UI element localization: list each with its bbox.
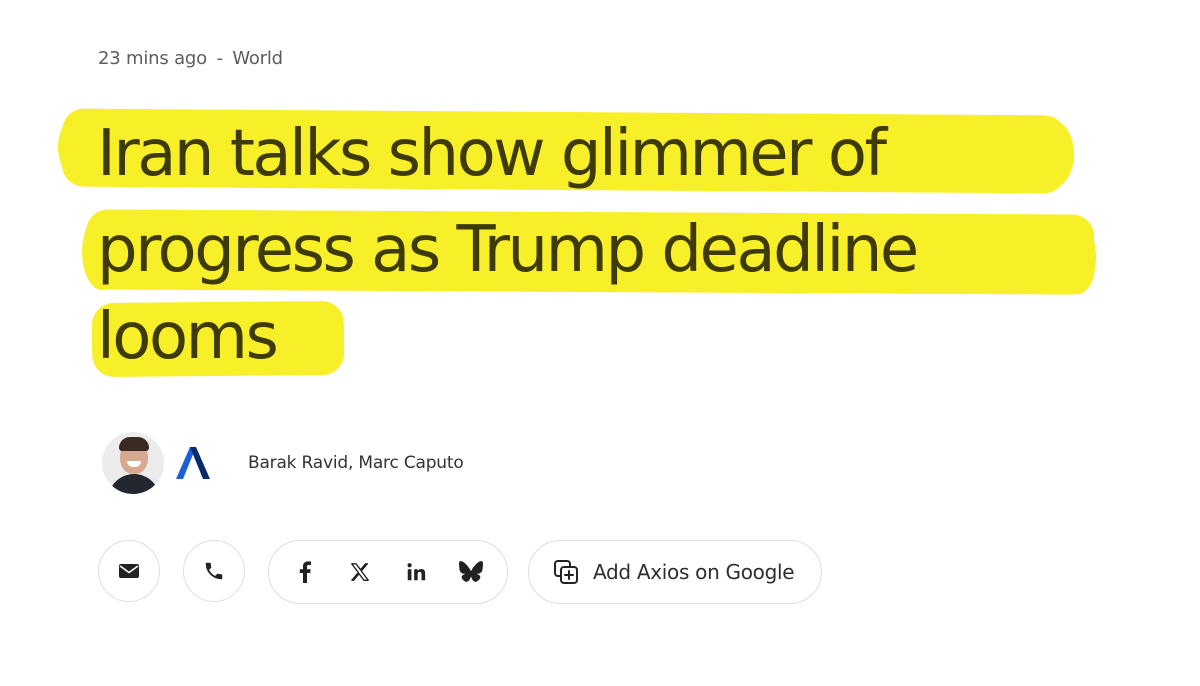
facebook-share-button[interactable] (285, 552, 325, 592)
bluesky-icon (458, 561, 483, 582)
phone-button[interactable] (183, 540, 245, 602)
highlight-stroke (1030, 120, 1074, 188)
phone-icon (205, 562, 223, 580)
email-button[interactable] (98, 540, 160, 602)
headline-line-1: Iran talks show glimmer of (97, 117, 887, 191)
headline: Iran talks show glimmer of progress as T… (0, 0, 1200, 400)
add-axios-on-google-button[interactable]: Add Axios on Google (528, 540, 822, 604)
x-share-button[interactable] (340, 552, 380, 592)
linkedin-icon (407, 563, 425, 581)
x-icon (351, 563, 370, 581)
axios-logo[interactable] (172, 443, 212, 483)
author-avatar[interactable] (102, 432, 164, 494)
envelope-icon (119, 564, 139, 578)
headline-line-2: progress as Trump deadline (97, 213, 919, 287)
add-source-icon (554, 560, 578, 584)
facebook-icon (299, 561, 311, 583)
highlight-stroke (1060, 222, 1096, 294)
headline-line-3: looms (97, 300, 279, 374)
social-share-group (268, 540, 508, 604)
bluesky-share-button[interactable] (451, 552, 491, 592)
author-names[interactable]: Barak Ravid, Marc Caputo (248, 453, 464, 473)
linkedin-share-button[interactable] (396, 552, 436, 592)
add-axios-label: Add Axios on Google (593, 560, 795, 584)
byline: Barak Ravid, Marc Caputo (102, 430, 464, 496)
